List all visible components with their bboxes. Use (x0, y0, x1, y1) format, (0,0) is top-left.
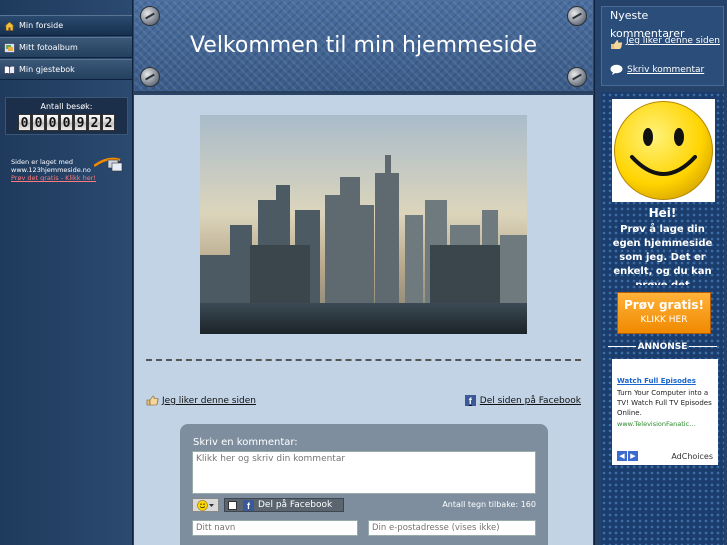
nav-item-home[interactable]: Min forside (0, 15, 132, 36)
ad-block[interactable]: Watch Full Episodes Turn Your Computer i… (612, 359, 718, 465)
counter-digit: 0 (18, 114, 31, 131)
page-title: Velkommen til min hjemmeside (189, 33, 538, 58)
speech-bubble-icon (610, 64, 623, 75)
recent-like-link[interactable]: Jeg liker denne siden (610, 35, 726, 50)
nav-item-label: Min gjestebok (19, 65, 75, 74)
made-by-link[interactable]: Prøv det gratis - Klikk her! (11, 174, 129, 182)
thumbs-up-icon (611, 40, 623, 49)
write-comment-label: Skriv kommentar (627, 64, 705, 75)
like-page-link[interactable]: Jeg liker denne siden (146, 395, 256, 406)
city-skyline-image (200, 115, 527, 334)
facebook-share-label: Del på Facebook (258, 500, 333, 510)
comment-form: Skriv en kommentar: f Del på Facebook An… (180, 424, 548, 545)
counter-digit: 0 (32, 114, 45, 131)
facebook-share-checkbox[interactable] (228, 500, 237, 510)
recent-like-label: Jeg liker denne siden (626, 36, 720, 46)
counter-digit: 2 (102, 114, 115, 131)
ad-section-label: ANNONSE (601, 342, 724, 352)
visit-counter: Antall besøk: 0 0 0 0 9 2 2 (5, 97, 128, 135)
like-page-label: Jeg liker denne siden (162, 395, 256, 406)
nav-item-guestbook[interactable]: Min gjestebok (0, 59, 132, 80)
emoji-picker-button[interactable] (192, 498, 219, 512)
recent-comments-panel: Nyeste kommentarer Jeg liker denne siden… (601, 6, 724, 86)
site-builder-logo-icon (94, 157, 123, 172)
counter-digit: 9 (74, 114, 87, 131)
bolt-icon (567, 67, 587, 87)
bolt-icon (140, 6, 160, 26)
guestbook-icon (4, 65, 15, 74)
facebook-icon: f (464, 395, 476, 406)
nav-item-photo-album[interactable]: Mitt fotoalbum (0, 37, 132, 58)
email-input[interactable] (368, 520, 536, 536)
counter-label: Antall besøk: (40, 102, 93, 111)
made-by-badge[interactable]: Siden er laget med www.123hjemmeside.no … (11, 157, 129, 182)
divider (146, 359, 581, 361)
chars-remaining: Antall tegn tilbake: 160 (442, 500, 536, 509)
comment-textarea[interactable] (192, 451, 536, 494)
try-free-button[interactable]: Prøv gratis! KLIKK HER (617, 292, 711, 334)
bolt-icon (567, 6, 587, 26)
photo-album-icon (4, 42, 15, 53)
facebook-share-toggle[interactable]: f Del på Facebook (224, 498, 344, 512)
counter-digits: 0 0 0 0 9 2 2 (6, 114, 127, 131)
adchoices-link[interactable]: AdChoices (671, 452, 713, 461)
counter-digit: 0 (60, 114, 73, 131)
promo-greeting: Hei! (648, 206, 677, 220)
hero-image (200, 115, 527, 334)
nav-item-label: Min forside (19, 21, 64, 30)
counter-digit: 2 (88, 114, 101, 131)
thumbs-up-icon (146, 395, 159, 406)
home-icon (4, 21, 15, 31)
left-sidebar: Min forside Mitt fotoalbum Min gjestebok… (0, 0, 133, 545)
recent-comments-title: Nyeste (610, 9, 649, 22)
site-nav: Min forside Mitt fotoalbum Min gjestebok (0, 14, 132, 81)
main-content: Jeg liker denne siden f Del siden på Fac… (134, 95, 593, 545)
ad-title[interactable]: Watch Full Episodes (617, 377, 713, 385)
name-input[interactable] (192, 520, 358, 536)
right-sidebar: Nyeste kommentarer Jeg liker denne siden… (594, 0, 727, 545)
promo-text: Prøv å lage din egen hjemmeside som jeg.… (612, 224, 713, 285)
nav-item-label: Mitt fotoalbum (19, 43, 78, 52)
share-facebook-link[interactable]: f Del siden på Facebook (464, 395, 581, 406)
ad-url[interactable]: www.TelevisionFanatic... (617, 420, 713, 428)
bolt-icon (140, 67, 160, 87)
write-comment-link[interactable]: Skriv kommentar (610, 64, 704, 75)
ad-body: Turn Your Computer into a TV! Watch Full… (617, 389, 712, 417)
counter-digit: 0 (46, 114, 59, 131)
ad-next-icon[interactable]: ▶ (628, 451, 638, 461)
ad-prev-icon[interactable]: ◀ (617, 451, 627, 461)
click-here-label: KLIKK HER (640, 315, 688, 325)
comment-form-title: Skriv en kommentar: (193, 437, 298, 448)
facebook-icon: f (243, 499, 254, 511)
promo-panel: Hei! Prøv å lage din egen hjemmeside som… (601, 92, 724, 545)
smiley-face-icon (614, 101, 713, 200)
smiley-image (612, 99, 715, 202)
page-header: Velkommen til min hjemmeside (134, 0, 593, 93)
smiley-dropdown-icon (196, 499, 214, 511)
ad-footer: ◀ ▶ AdChoices (617, 451, 713, 461)
try-free-label: Prøv gratis! (623, 298, 705, 312)
share-facebook-label: Del siden på Facebook (479, 395, 581, 406)
